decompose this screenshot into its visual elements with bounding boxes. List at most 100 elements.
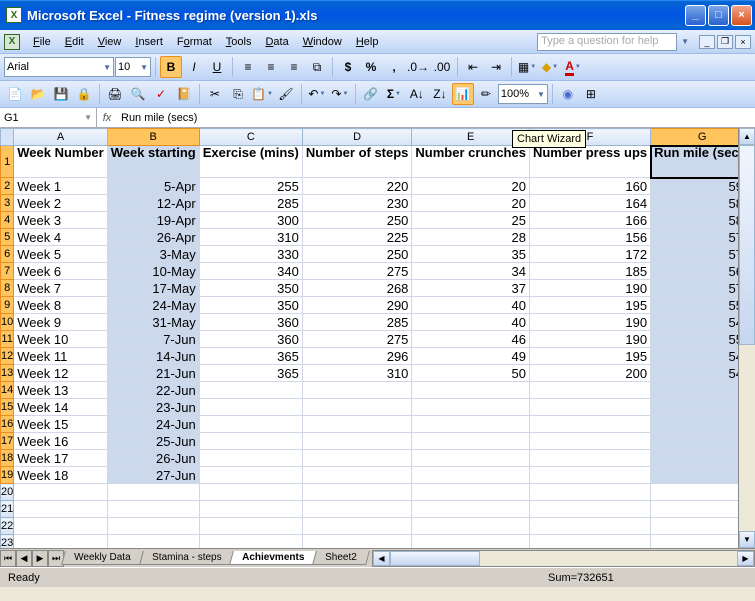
row-header-21[interactable]: 21 (1, 501, 14, 518)
cell-F19[interactable] (529, 467, 650, 484)
cell-E5[interactable]: 28 (412, 229, 530, 246)
titlebar[interactable]: X Microsoft Excel - Fitness regime (vers… (0, 0, 755, 30)
tab-next-button[interactable]: ▶ (32, 550, 48, 567)
menu-insert[interactable]: Insert (128, 33, 170, 51)
new-button[interactable]: 📄 (4, 83, 26, 105)
spelling-button[interactable]: ✓ (150, 83, 172, 105)
underline-button[interactable]: U (206, 56, 228, 78)
sort-asc-button[interactable]: A↓ (406, 83, 428, 105)
row-header-2[interactable]: 2 (1, 178, 14, 195)
fx-button[interactable]: fx (97, 112, 117, 124)
cell-F23[interactable] (529, 535, 650, 549)
cell-C13[interactable]: 365 (199, 365, 302, 382)
cell-C7[interactable]: 340 (199, 263, 302, 280)
cell-C14[interactable] (199, 382, 302, 399)
cell-A19[interactable]: Week 18 (14, 467, 107, 484)
sheet-tab-achievments[interactable]: Achievments (229, 551, 317, 565)
row-header-20[interactable]: 20 (1, 484, 14, 501)
cell-F1[interactable]: Number press ups (529, 146, 650, 178)
cell-D9[interactable]: 290 (302, 297, 412, 314)
cell-B22[interactable] (107, 518, 199, 535)
chart-wizard-button[interactable]: 📊 (452, 83, 474, 105)
cell-A1[interactable]: Week Number (14, 146, 107, 178)
row-header-17[interactable]: 17 (1, 433, 14, 450)
close-button[interactable]: × (731, 5, 752, 26)
cell-C10[interactable]: 360 (199, 314, 302, 331)
worksheet-grid[interactable]: Chart Wizard ABCDEFGHIJK1Week NumberWeek… (0, 128, 755, 548)
cell-A10[interactable]: Week 9 (14, 314, 107, 331)
increase-indent-button[interactable]: ⇥ (485, 56, 507, 78)
cell-B17[interactable]: 25-Jun (107, 433, 199, 450)
cell-B23[interactable] (107, 535, 199, 549)
column-header-C[interactable]: C (199, 129, 302, 146)
menu-data[interactable]: Data (258, 33, 295, 51)
copy-button[interactable]: ⎘ (227, 83, 249, 105)
toolbar-options-button[interactable]: ⊞ (580, 83, 602, 105)
row-header-22[interactable]: 22 (1, 518, 14, 535)
tab-prev-button[interactable]: ◀ (16, 550, 32, 567)
cell-E1[interactable]: Number crunches (412, 146, 530, 178)
sheet-tab-sheet2[interactable]: Sheet2 (312, 551, 369, 565)
cell-C3[interactable]: 285 (199, 195, 302, 212)
percent-button[interactable]: % (360, 56, 382, 78)
cell-B18[interactable]: 26-Jun (107, 450, 199, 467)
cell-B13[interactable]: 21-Jun (107, 365, 199, 382)
cell-D23[interactable] (302, 535, 412, 549)
font-select[interactable]: Arial (4, 57, 114, 77)
cell-E16[interactable] (412, 416, 530, 433)
cell-B7[interactable]: 10-May (107, 263, 199, 280)
increase-decimal-button[interactable]: .0→ (406, 56, 430, 78)
cell-E11[interactable]: 46 (412, 331, 530, 348)
cell-B1[interactable]: Week starting (107, 146, 199, 178)
cell-A9[interactable]: Week 8 (14, 297, 107, 314)
cell-D15[interactable] (302, 399, 412, 416)
cell-C20[interactable] (199, 484, 302, 501)
horizontal-scrollbar[interactable]: ◀ ▶ (372, 550, 755, 567)
scroll-down-button[interactable]: ▼ (739, 531, 755, 548)
cell-F20[interactable] (529, 484, 650, 501)
cell-F7[interactable]: 185 (529, 263, 650, 280)
row-header-8[interactable]: 8 (1, 280, 14, 297)
cell-E23[interactable] (412, 535, 530, 549)
cell-E22[interactable] (412, 518, 530, 535)
cell-E20[interactable] (412, 484, 530, 501)
cell-F16[interactable] (529, 416, 650, 433)
cell-D10[interactable]: 285 (302, 314, 412, 331)
cell-C8[interactable]: 350 (199, 280, 302, 297)
comma-button[interactable]: , (383, 56, 405, 78)
scroll-up-button[interactable]: ▲ (739, 128, 755, 145)
redo-button[interactable]: ↷▼ (329, 83, 351, 105)
cell-C19[interactable] (199, 467, 302, 484)
row-header-16[interactable]: 16 (1, 416, 14, 433)
autosum-button[interactable]: Σ▼ (383, 83, 405, 105)
mdi-restore-button[interactable]: ❐ (717, 35, 733, 49)
cell-B6[interactable]: 3-May (107, 246, 199, 263)
menu-help[interactable]: Help (349, 33, 386, 51)
row-header-9[interactable]: 9 (1, 297, 14, 314)
print-button[interactable]: 🖨 (104, 83, 126, 105)
name-box[interactable]: G1 (0, 108, 97, 127)
cell-A4[interactable]: Week 3 (14, 212, 107, 229)
cell-F2[interactable]: 160 (529, 178, 650, 195)
font-size-select[interactable]: 10 (115, 57, 151, 77)
bold-button[interactable]: B (160, 56, 182, 78)
scroll-thumb[interactable] (739, 145, 755, 345)
fill-color-button[interactable]: ◆▼ (539, 56, 561, 78)
cell-F3[interactable]: 164 (529, 195, 650, 212)
cell-D5[interactable]: 225 (302, 229, 412, 246)
cell-F11[interactable]: 190 (529, 331, 650, 348)
row-header-3[interactable]: 3 (1, 195, 14, 212)
cell-A3[interactable]: Week 2 (14, 195, 107, 212)
cell-B20[interactable] (107, 484, 199, 501)
permission-button[interactable]: 🔒 (73, 83, 95, 105)
row-header-5[interactable]: 5 (1, 229, 14, 246)
cell-F22[interactable] (529, 518, 650, 535)
cell-E19[interactable] (412, 467, 530, 484)
cell-D22[interactable] (302, 518, 412, 535)
cell-A6[interactable]: Week 5 (14, 246, 107, 263)
cell-E9[interactable]: 40 (412, 297, 530, 314)
cell-F15[interactable] (529, 399, 650, 416)
row-header-7[interactable]: 7 (1, 263, 14, 280)
cell-A7[interactable]: Week 6 (14, 263, 107, 280)
cell-D16[interactable] (302, 416, 412, 433)
